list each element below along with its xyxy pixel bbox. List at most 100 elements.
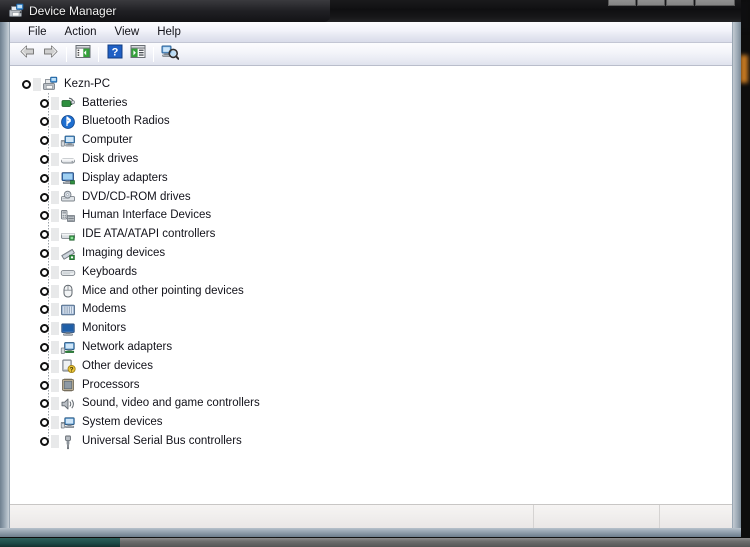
restore-button[interactable] bbox=[666, 0, 694, 6]
tree-item-universal-serial-bus-controllers[interactable]: Universal Serial Bus controllers bbox=[10, 432, 732, 451]
window-frame: File Action View Help ? Kezn-PC Batterie… bbox=[0, 22, 741, 537]
tree-item-modems[interactable]: Modems bbox=[10, 301, 732, 320]
menu-help[interactable]: Help bbox=[148, 23, 190, 42]
imaging-device-icon bbox=[60, 246, 76, 262]
properties-button[interactable] bbox=[126, 44, 149, 65]
tree-item-label: Keyboards bbox=[82, 265, 137, 278]
sound-controller-icon bbox=[60, 396, 76, 412]
tree-connector bbox=[51, 228, 59, 242]
tree-item-label: Sound, video and game controllers bbox=[82, 397, 260, 410]
tree-item-label: DVD/CD-ROM drives bbox=[82, 190, 191, 203]
tree-connector bbox=[33, 77, 41, 91]
tree-connector bbox=[51, 341, 59, 355]
tree-item-display-adapters[interactable]: Display adapters bbox=[10, 169, 732, 188]
tree-item-label: Bluetooth Radios bbox=[82, 115, 170, 128]
menu-file[interactable]: File bbox=[19, 23, 56, 42]
expander-icon[interactable] bbox=[38, 397, 51, 410]
tree-item-bluetooth-radios[interactable]: Bluetooth Radios bbox=[10, 113, 732, 132]
tree-connector bbox=[51, 209, 59, 223]
tree-item-dvd-cd-rom-drives[interactable]: DVD/CD-ROM drives bbox=[10, 188, 732, 207]
frame-right-edge[interactable] bbox=[733, 22, 741, 537]
tree-item-label: IDE ATA/ATAPI controllers bbox=[82, 228, 216, 241]
expander-icon[interactable] bbox=[38, 115, 51, 128]
tree-item-disk-drives[interactable]: Disk drives bbox=[10, 150, 732, 169]
expander-icon[interactable] bbox=[38, 303, 51, 316]
tree-connector bbox=[51, 171, 59, 185]
network-adapter-icon bbox=[60, 340, 76, 356]
keyboard-icon bbox=[60, 264, 76, 280]
minimize-button[interactable] bbox=[608, 0, 636, 6]
tree-item-sound-video-and-game-controllers[interactable]: Sound, video and game controllers bbox=[10, 395, 732, 414]
tree-item-batteries[interactable]: Batteries bbox=[10, 94, 732, 113]
mouse-icon bbox=[60, 283, 76, 299]
frame-left-edge[interactable] bbox=[0, 22, 9, 537]
expander-icon[interactable] bbox=[38, 322, 51, 335]
tree-connector bbox=[51, 435, 59, 449]
expander-icon[interactable] bbox=[38, 379, 51, 392]
show-hide-tree-button[interactable] bbox=[71, 44, 94, 65]
svg-text:?: ? bbox=[70, 367, 74, 374]
expander-icon[interactable] bbox=[38, 134, 51, 147]
status-panel-secondary bbox=[534, 505, 660, 528]
tree-item-computer[interactable]: Computer bbox=[10, 131, 732, 150]
expander-icon[interactable] bbox=[38, 266, 51, 279]
maximize-button[interactable] bbox=[637, 0, 665, 6]
tree-item-network-adapters[interactable]: Network adapters bbox=[10, 338, 732, 357]
tree-connector bbox=[51, 247, 59, 261]
back-button[interactable] bbox=[16, 44, 39, 65]
tree-item-label: Modems bbox=[82, 303, 127, 316]
close-button[interactable] bbox=[695, 0, 735, 6]
tree-children: Batteries Bluetooth Radios Computer Disk dr… bbox=[10, 94, 732, 451]
expander-icon[interactable] bbox=[38, 172, 51, 185]
tree-item-label: Kezn-PC bbox=[64, 77, 111, 90]
expander-icon[interactable] bbox=[38, 416, 51, 429]
tree-item-label: Mice and other pointing devices bbox=[82, 284, 244, 297]
tree-item-imaging-devices[interactable]: Imaging devices bbox=[10, 244, 732, 263]
expander-icon[interactable] bbox=[38, 285, 51, 298]
tree-item-root[interactable]: Kezn-PC bbox=[10, 75, 732, 94]
frame-bottom-edge[interactable] bbox=[0, 528, 741, 537]
expander-icon[interactable] bbox=[38, 191, 51, 204]
device-manager-window: Device Manager File Action View Help ? K… bbox=[0, 0, 741, 537]
title-bar[interactable]: Device Manager bbox=[0, 0, 741, 22]
device-tree[interactable]: Kezn-PC Batteries Bluetooth Radios Compute… bbox=[10, 67, 732, 504]
expander-icon[interactable] bbox=[38, 341, 51, 354]
expander-icon[interactable] bbox=[38, 97, 51, 110]
other-device-icon: ? bbox=[60, 358, 76, 374]
expander-icon[interactable] bbox=[38, 360, 51, 373]
forward-button[interactable] bbox=[39, 44, 62, 65]
tree-item-ide-ata-atapi-controllers[interactable]: IDE ATA/ATAPI controllers bbox=[10, 225, 732, 244]
tree-connector bbox=[51, 397, 59, 411]
tree-item-label: Processors bbox=[82, 378, 140, 391]
toolbar-separator bbox=[66, 46, 67, 62]
toolbar-separator bbox=[98, 46, 99, 62]
tree-item-human-interface-devices[interactable]: Human Interface Devices bbox=[10, 207, 732, 226]
expander-icon[interactable] bbox=[38, 228, 51, 241]
tree-item-label: System devices bbox=[82, 416, 163, 429]
tree-item-mice-and-other-pointing-devices[interactable]: Mice and other pointing devices bbox=[10, 282, 732, 301]
expander-icon[interactable] bbox=[38, 247, 51, 260]
root-expander[interactable] bbox=[20, 78, 33, 91]
toolbar-separator bbox=[153, 46, 154, 62]
tree-item-system-devices[interactable]: System devices bbox=[10, 413, 732, 432]
help-question-icon: ? bbox=[107, 44, 123, 64]
window-title: Device Manager bbox=[29, 4, 117, 18]
expander-icon[interactable] bbox=[38, 209, 51, 222]
tree-item-other-devices[interactable]: ? Other devices bbox=[10, 357, 732, 376]
expander-icon[interactable] bbox=[38, 435, 51, 448]
tree-item-processors[interactable]: Processors bbox=[10, 376, 732, 395]
tree-connector bbox=[51, 359, 59, 373]
console-tree-icon bbox=[75, 44, 91, 64]
desktop-artifact bbox=[740, 55, 748, 83]
tree-item-monitors[interactable]: Monitors bbox=[10, 319, 732, 338]
menu-action[interactable]: Action bbox=[56, 23, 106, 42]
scan-hardware-button[interactable] bbox=[158, 44, 181, 65]
menu-view[interactable]: View bbox=[106, 23, 149, 42]
help-button[interactable]: ? bbox=[103, 44, 126, 65]
disk-drive-icon bbox=[60, 152, 76, 168]
tree-item-keyboards[interactable]: Keyboards bbox=[10, 263, 732, 282]
expander-icon[interactable] bbox=[38, 153, 51, 166]
tree-connector bbox=[51, 153, 59, 167]
status-bar bbox=[10, 504, 732, 528]
tree-item-label: Computer bbox=[82, 134, 133, 147]
